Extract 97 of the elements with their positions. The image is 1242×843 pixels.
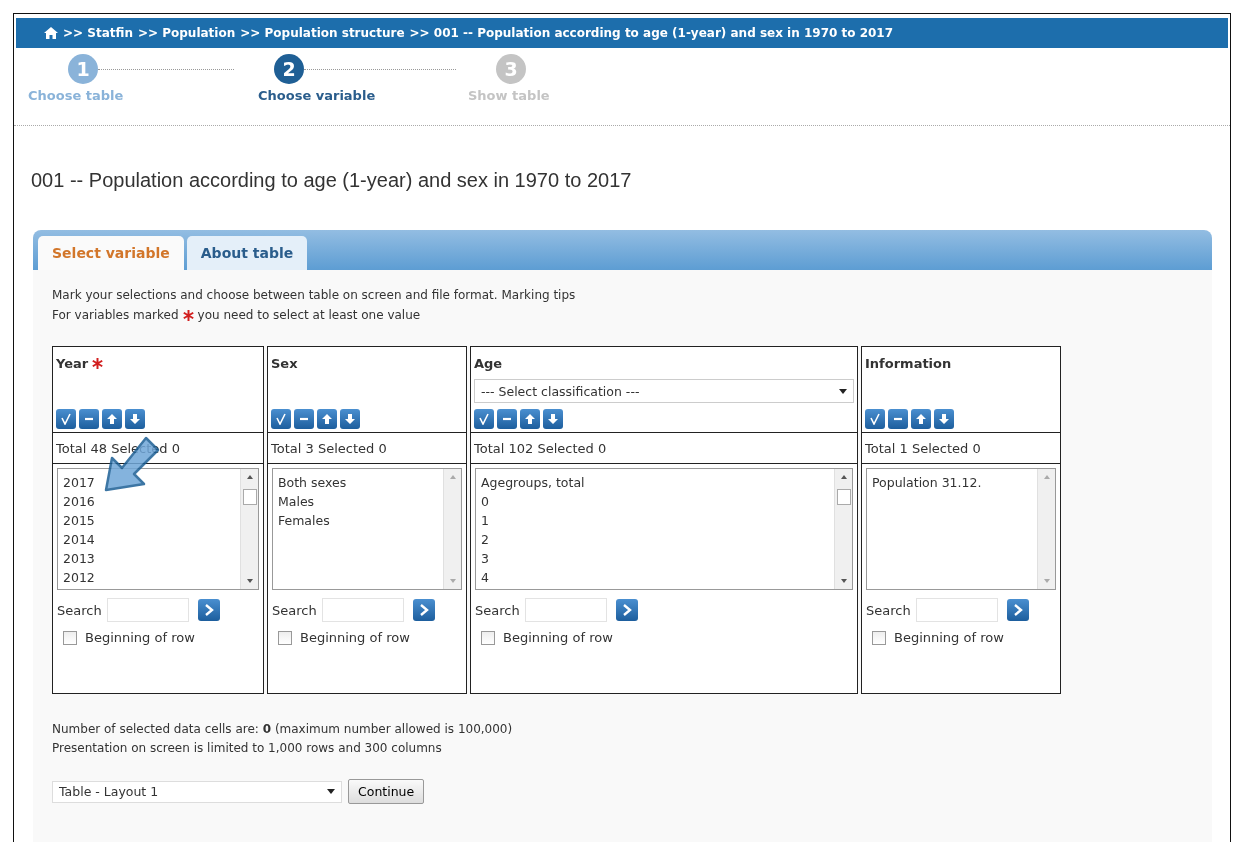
list-item[interactable]: 1 <box>481 511 829 530</box>
down-arrow-icon <box>129 413 141 425</box>
list-item[interactable]: 4 <box>481 568 829 587</box>
search-label: Search <box>866 602 911 618</box>
layout-dropdown[interactable]: Table - Layout 1 <box>52 780 342 803</box>
sort-down-button[interactable] <box>934 409 954 429</box>
up-arrow-icon <box>321 413 333 425</box>
list-item[interactable]: Males <box>278 492 438 511</box>
tab[interactable]: About table <box>186 236 308 270</box>
check-icon <box>869 413 881 425</box>
search-label: Search <box>57 602 102 618</box>
search-button[interactable] <box>412 599 435 621</box>
search-field[interactable] <box>106 598 189 622</box>
home-icon[interactable] <box>44 27 58 39</box>
selection-count: Total 3 Selected 0 <box>268 433 466 464</box>
search-label: Search <box>272 602 317 618</box>
sort-down-button[interactable] <box>125 409 145 429</box>
deselect-all-button[interactable] <box>497 409 517 429</box>
variable-name: Year <box>56 355 89 371</box>
sort-up-button[interactable] <box>911 409 931 429</box>
check-icon <box>275 413 287 425</box>
variable-name: Sex <box>271 355 298 371</box>
select-all-button[interactable] <box>474 409 494 429</box>
sort-up-button[interactable] <box>520 409 540 429</box>
select-all-button[interactable] <box>865 409 885 429</box>
instructions-text: you need to select at least one value <box>197 308 421 322</box>
deselect-all-button[interactable] <box>888 409 908 429</box>
checkbox-label: Beginning of row <box>503 630 613 645</box>
checkbox[interactable] <box>63 630 77 645</box>
instructions-text: For variables marked <box>52 308 179 322</box>
summary-text: Number of selected data cells are: 0 (maximum number allowed is 100,000) <box>52 722 514 736</box>
list-item[interactable]: 2016 <box>63 492 235 511</box>
scrollbar[interactable] <box>1037 469 1055 589</box>
search-button[interactable] <box>1006 599 1029 621</box>
checkbox[interactable] <box>278 630 292 645</box>
scrollbar[interactable] <box>443 469 461 589</box>
down-arrow-icon <box>344 413 356 425</box>
search-field[interactable] <box>915 598 998 622</box>
list-item[interactable]: 3 <box>481 549 829 568</box>
selection-count: Total 1 Selected 0 <box>862 433 1060 464</box>
step-number: 1 <box>68 54 98 84</box>
down-arrow-icon <box>547 413 559 425</box>
list-item[interactable]: 2014 <box>63 530 235 549</box>
continue-button[interactable]: Continue <box>348 779 425 804</box>
list-item[interactable]: Females <box>278 511 438 530</box>
list-item[interactable]: 2012 <box>63 568 235 587</box>
up-arrow-icon <box>915 413 927 425</box>
checkbox[interactable] <box>872 630 886 645</box>
down-arrow-icon <box>938 413 950 425</box>
select-all-button[interactable] <box>271 409 291 429</box>
table-title: 001 -- Population according to age (1-year) and sex in 1970 to 2017 <box>31 169 633 192</box>
select-all-button[interactable] <box>56 409 76 429</box>
step-label[interactable]: Choose variable <box>258 88 456 103</box>
variable-name: Age <box>474 355 503 371</box>
classification-dropdown[interactable]: --- Select classification --- <box>474 379 854 403</box>
step-number: 3 <box>496 54 526 84</box>
sort-down-button[interactable] <box>543 409 563 429</box>
list-item[interactable]: Both sexes <box>278 473 438 492</box>
asterisk-icon <box>182 309 194 321</box>
check-icon <box>60 413 72 425</box>
list-item[interactable]: 2017 <box>63 473 235 492</box>
deselect-all-button[interactable] <box>294 409 314 429</box>
checkbox-label: Beginning of row <box>894 630 1004 645</box>
breadcrumb-link[interactable]: >> Population <box>137 26 236 40</box>
search-field[interactable] <box>321 598 404 622</box>
sort-down-button[interactable] <box>340 409 360 429</box>
list-item[interactable]: Agegroups, total <box>481 473 829 492</box>
step-number: 2 <box>274 54 304 84</box>
variable-name: Information <box>865 355 952 371</box>
caret-icon <box>327 789 335 794</box>
scrollbar[interactable] <box>240 469 258 589</box>
list-item[interactable]: 2013 <box>63 549 235 568</box>
search-button[interactable] <box>197 599 220 621</box>
deselect-all-button[interactable] <box>79 409 99 429</box>
list-item[interactable]: 2 <box>481 530 829 549</box>
caret-icon <box>839 388 847 394</box>
list-item[interactable]: 2015 <box>63 511 235 530</box>
checkbox[interactable] <box>481 630 495 645</box>
breadcrumb-link[interactable]: >> 001 -- Population according to age (1-year) and sex in 1970 to 2017 <box>409 26 894 40</box>
summary-text: Presentation on screen is limited to 1,000 rows and 300 columns <box>52 741 443 755</box>
instructions-text: Mark your selections and choose between table on screen and file format. Marking tips <box>52 288 577 302</box>
search-field[interactable] <box>524 598 607 622</box>
up-arrow-icon <box>524 413 536 425</box>
search-label: Search <box>475 602 520 618</box>
breadcrumb-link[interactable]: >> Population structure <box>240 26 405 40</box>
selection-count: Total 102 Selected 0 <box>471 433 857 464</box>
check-icon <box>478 413 490 425</box>
checkbox-label: Beginning of row <box>85 630 195 645</box>
list-item[interactable]: Population 31.12. <box>872 473 1032 492</box>
list-item[interactable]: 0 <box>481 492 829 511</box>
search-button[interactable] <box>615 599 638 621</box>
sort-up-button[interactable] <box>317 409 337 429</box>
up-arrow-icon <box>106 413 118 425</box>
breadcrumb-link[interactable]: >> Statfin <box>63 26 133 40</box>
sort-up-button[interactable] <box>102 409 122 429</box>
checkbox-label: Beginning of row <box>300 630 410 645</box>
scrollbar[interactable] <box>834 469 852 589</box>
